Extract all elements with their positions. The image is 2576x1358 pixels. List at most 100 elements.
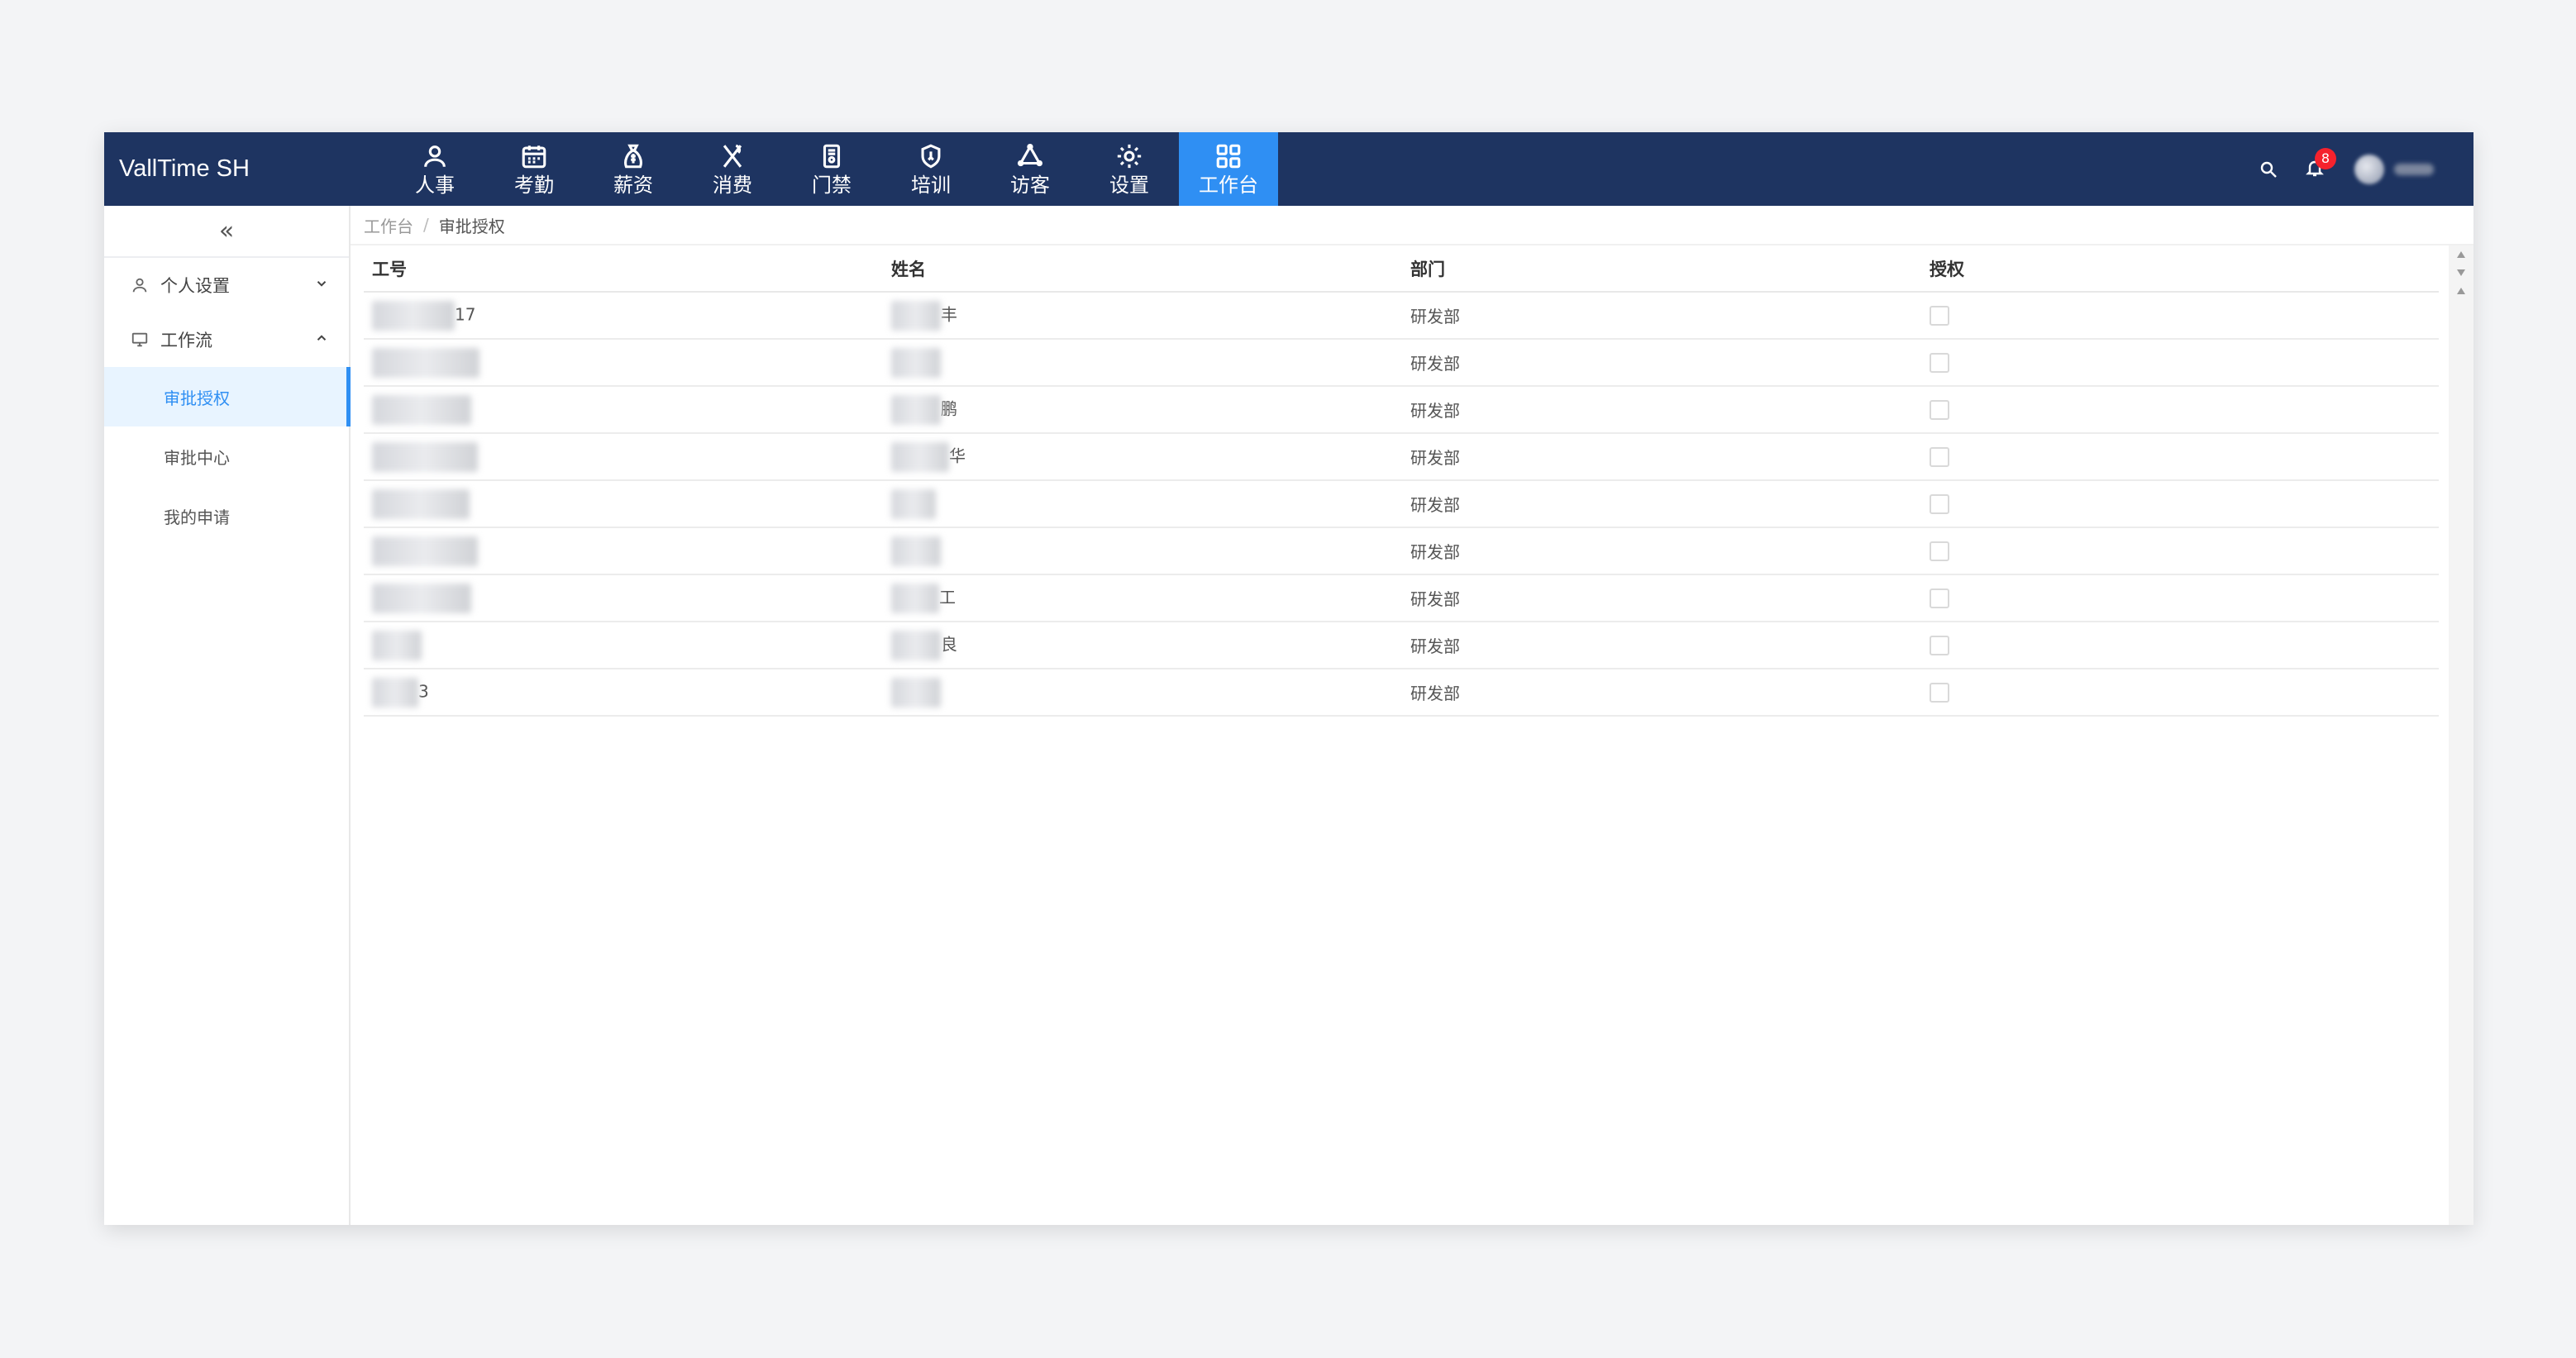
- vertical-scrollbar[interactable]: [2449, 245, 2473, 1225]
- authorization-checkbox[interactable]: [1930, 400, 1949, 421]
- cell-employee-id: 3: [364, 669, 883, 717]
- door-access-icon: [823, 144, 841, 168]
- breadcrumb-root[interactable]: 工作台: [364, 213, 413, 237]
- table-row: 华 研发部: [364, 433, 2439, 481]
- redacted-name: [891, 677, 941, 708]
- visitor-icon: [1017, 143, 1043, 166]
- name-suffix: 鹏: [941, 398, 957, 418]
- top-navigation-bar: VallTime SH 人事 考勤 薪资 消费 门禁 培训 访客 设置 工作台 …: [104, 132, 2473, 206]
- name-suffix: 良: [941, 634, 957, 654]
- nav-item-visitor[interactable]: 访客: [980, 132, 1080, 206]
- cell-department: 研发部: [1402, 669, 1921, 717]
- nav-label: 工作台: [1199, 173, 1258, 197]
- header-actions: 8: [2259, 132, 2434, 206]
- authorization-table: 工号 姓名 部门 授权 17 丰研发部 研发部鹏研发部华研发部 研发部 研发部工研发部良…: [364, 245, 2439, 717]
- search-icon[interactable]: [2259, 160, 2278, 179]
- main-content: 工作台 / 审批授权 工号 姓名 部门 授权 17 丰研发部 研发部鹏研发部华研发部…: [351, 206, 2473, 1225]
- table-row: 鹏 研发部: [364, 386, 2439, 434]
- sidebar-group-personal-settings[interactable]: 个人设置: [104, 258, 349, 312]
- sidebar: « 个人设置 工作流 审批授权 审批中心 我的申请: [104, 206, 351, 1225]
- sidebar-item-label: 审批中心: [164, 447, 230, 468]
- nav-item-personnel[interactable]: 人事: [385, 132, 484, 206]
- sidebar-group-label: 工作流: [160, 331, 212, 350]
- authorization-checkbox[interactable]: [1930, 306, 1949, 326]
- scroll-top-arrow[interactable]: [2449, 282, 2473, 300]
- cell-authorization: [1921, 292, 2439, 340]
- cell-authorization: [1921, 480, 2439, 528]
- sidebar-group-workflow[interactable]: 工作流: [104, 312, 349, 367]
- redacted-name: [891, 394, 941, 425]
- cell-authorization: [1921, 574, 2439, 622]
- redacted-employee-id: [372, 347, 479, 378]
- nav-item-attendance[interactable]: 考勤: [484, 132, 584, 206]
- nav-item-workbench[interactable]: 工作台: [1179, 132, 1278, 206]
- cell-department: 研发部: [1402, 292, 1921, 340]
- collapse-sidebar-button[interactable]: «: [104, 206, 349, 258]
- app-window: VallTime SH 人事 考勤 薪资 消费 门禁 培训 访客 设置 工作台 …: [104, 132, 2473, 1225]
- cell-name: [883, 669, 1402, 717]
- utensils-icon: [723, 144, 742, 168]
- redacted-employee-id: [372, 583, 471, 613]
- user-menu[interactable]: [2354, 154, 2434, 184]
- nav-item-consumption[interactable]: 消费: [683, 132, 782, 206]
- breadcrumb: 工作台 / 审批授权: [351, 206, 2473, 245]
- sidebar-item-label: 我的申请: [164, 507, 230, 527]
- cell-employee-id: [364, 574, 883, 622]
- training-shield-icon: [921, 144, 941, 168]
- nav-label: 消费: [713, 173, 752, 197]
- username-redacted: [2394, 163, 2434, 175]
- notifications-button[interactable]: 8: [2305, 147, 2336, 181]
- scroll-down-arrow[interactable]: [2449, 264, 2473, 282]
- table-row: 研发部: [364, 480, 2439, 528]
- monitor-icon: [131, 332, 148, 347]
- main-nav: 人事 考勤 薪资 消费 门禁 培训 访客 设置 工作台: [385, 132, 1278, 206]
- cell-department: 研发部: [1402, 433, 1921, 481]
- column-header-name: 姓名: [883, 245, 1402, 293]
- table-row: 良 研发部: [364, 622, 2439, 669]
- cell-department: 研发部: [1402, 386, 1921, 434]
- cell-name: 华: [883, 433, 1402, 481]
- redacted-employee-id: [372, 630, 422, 660]
- redacted-employee-id: [372, 300, 455, 331]
- money-bag-icon: [624, 144, 642, 168]
- authorization-checkbox[interactable]: [1930, 494, 1949, 515]
- table-header-row: 工号 姓名 部门 授权: [364, 245, 2439, 293]
- nav-label: 培训: [911, 173, 951, 197]
- nav-item-access-control[interactable]: 门禁: [782, 132, 881, 206]
- authorization-checkbox[interactable]: [1930, 447, 1949, 468]
- authorization-checkbox[interactable]: [1930, 588, 1949, 609]
- authorization-checkbox[interactable]: [1930, 353, 1949, 374]
- nav-item-settings[interactable]: 设置: [1080, 132, 1179, 206]
- cell-employee-id: [364, 433, 883, 481]
- authorization-checkbox[interactable]: [1930, 683, 1949, 703]
- redacted-name: [891, 630, 941, 660]
- brand-title: VallTime SH: [119, 155, 250, 182]
- cell-authorization: [1921, 433, 2439, 481]
- cell-name: [883, 480, 1402, 528]
- nav-label: 人事: [415, 173, 455, 197]
- nav-label: 薪资: [613, 173, 653, 197]
- sidebar-group-label: 个人设置: [160, 276, 230, 296]
- nav-item-training[interactable]: 培训: [881, 132, 980, 206]
- cell-authorization: [1921, 669, 2439, 717]
- nav-item-payroll[interactable]: 薪资: [584, 132, 683, 206]
- redacted-employee-id: [372, 394, 471, 425]
- authorization-checkbox[interactable]: [1930, 636, 1949, 656]
- cell-authorization: [1921, 339, 2439, 387]
- sidebar-item-my-applications[interactable]: 我的申请: [104, 486, 349, 546]
- cell-name: [883, 527, 1402, 575]
- cell-employee-id: 17: [364, 292, 883, 340]
- chevron-down-icon: [317, 281, 327, 287]
- sidebar-item-approval-authorization[interactable]: 审批授权: [104, 367, 351, 426]
- sidebar-item-approval-center[interactable]: 审批中心: [104, 426, 349, 486]
- chevron-up-icon: [317, 335, 327, 341]
- notification-badge: 8: [2315, 147, 2336, 169]
- breadcrumb-current: 审批授权: [438, 216, 505, 236]
- column-header-department: 部门: [1402, 245, 1921, 293]
- user-icon: [132, 278, 147, 293]
- scroll-up-arrow[interactable]: [2449, 245, 2473, 264]
- redacted-employee-id: [372, 536, 478, 566]
- cell-name: [883, 339, 1402, 387]
- table-row: 17 丰 研发部: [364, 292, 2439, 340]
- authorization-checkbox[interactable]: [1930, 541, 1949, 562]
